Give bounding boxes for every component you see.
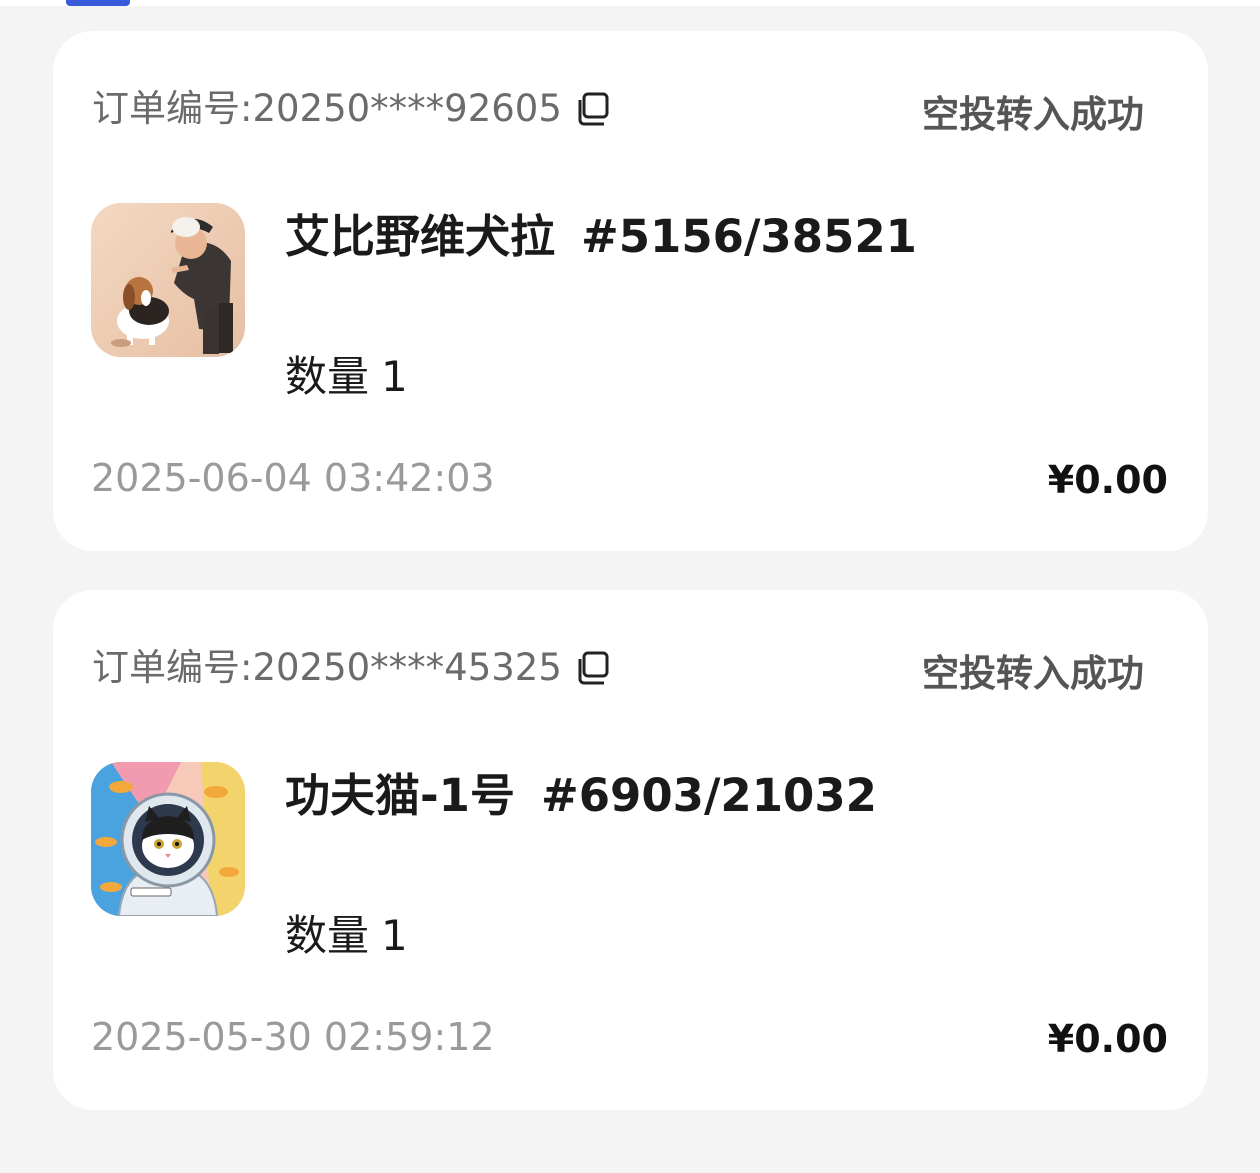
product-thumbnail[interactable] — [91, 203, 245, 357]
product-serial: #6903/21032 — [541, 769, 877, 822]
quantity-value: 1 — [381, 911, 408, 960]
order-number-label: 订单编号: — [92, 646, 253, 689]
quantity-label: 数量 — [285, 911, 370, 960]
product-title[interactable]: 功夫猫-1号 #6903/21032 — [285, 768, 877, 824]
order-number-row: 订单编号: 20250****92605 — [92, 87, 610, 131]
product-title[interactable]: 艾比野维犬拉 #5156/38521 — [285, 209, 917, 265]
quantity-value: 1 — [381, 352, 408, 401]
copy-icon[interactable] — [574, 650, 610, 686]
copy-icon[interactable] — [574, 91, 610, 127]
astronaut-cat-image — [91, 762, 245, 916]
order-number-label: 订单编号: — [92, 87, 253, 130]
product-serial: #5156/38521 — [581, 210, 917, 263]
quantity: 数量 1 — [285, 910, 408, 962]
order-number-row: 订单编号: 20250****45325 — [92, 646, 610, 690]
quantity: 数量 1 — [285, 351, 408, 403]
order-time: 2025-05-30 02:59:12 — [91, 1015, 495, 1059]
order-number-value: 20250****45325 — [252, 646, 562, 689]
top-tab-bar — [0, 0, 1260, 6]
quantity-label: 数量 — [285, 352, 370, 401]
order-price: ¥0.00 — [1047, 458, 1168, 502]
product-thumbnail[interactable] — [91, 762, 245, 916]
order-card[interactable]: 订单编号: 20250****92605 空投转入成功 艾比野维犬拉 #5156… — [53, 31, 1208, 551]
order-time: 2025-06-04 03:42:03 — [91, 456, 495, 500]
order-card[interactable]: 订单编号: 20250****45325 空投转入成功 功夫猫-1号 #6903… — [53, 590, 1208, 1110]
order-status: 空投转入成功 — [922, 93, 1144, 136]
product-name: 功夫猫-1号 — [285, 769, 515, 822]
order-price: ¥0.00 — [1047, 1017, 1168, 1061]
order-status: 空投转入成功 — [922, 652, 1144, 695]
order-number-value: 20250****92605 — [252, 87, 562, 130]
product-name: 艾比野维犬拉 — [285, 210, 556, 263]
active-tab-indicator — [66, 0, 130, 6]
beagle-and-man-image — [91, 203, 245, 357]
